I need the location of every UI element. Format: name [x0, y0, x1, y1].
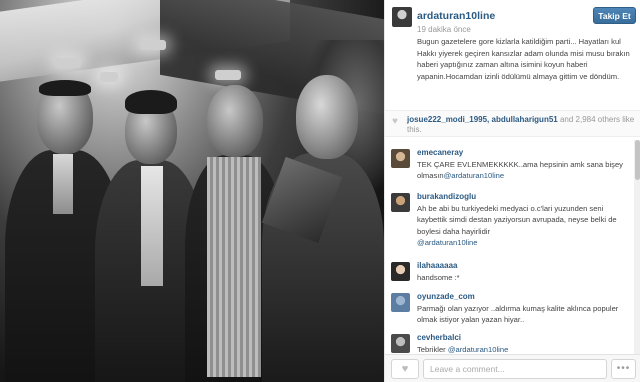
comment-body: handsome :*: [417, 273, 460, 282]
post-username[interactable]: ardaturan10line: [417, 10, 495, 22]
more-options-button[interactable]: •••: [611, 359, 636, 379]
likes-users[interactable]: josue222_modi_1995, abdullaharigun51: [407, 115, 558, 124]
comment-username[interactable]: ilahaaaaaa: [417, 261, 457, 270]
comment-footer: ♥ •••: [385, 354, 640, 382]
user-avatar[interactable]: [392, 7, 412, 27]
post-photo[interactable]: [0, 0, 384, 382]
commenter-avatar[interactable]: [391, 193, 410, 212]
comments-scrollbar[interactable]: [634, 140, 640, 354]
comment-item: cevherbalci Tebrikler @ardaturan10line: [385, 333, 633, 354]
person-right: [261, 75, 384, 382]
commenter-avatar[interactable]: [391, 334, 410, 353]
comment-username[interactable]: oyunzade_com: [417, 292, 475, 301]
heart-icon: ♥: [392, 116, 398, 127]
commenter-avatar[interactable]: [391, 293, 410, 312]
comment-username[interactable]: cevherbalci: [417, 333, 461, 342]
comment-item: emecaneray TEK ÇARE EVLENMEKKKKK..ama he…: [385, 148, 633, 194]
comment-mention[interactable]: @ardaturan10line: [444, 171, 504, 180]
comment-body: Ah be abi bu turkiyedeki medyaci o.c'lar…: [417, 204, 617, 236]
comment-input[interactable]: [423, 359, 607, 379]
ceiling-lamp: [140, 40, 166, 50]
comment-username[interactable]: emecaneray: [417, 148, 463, 157]
commenter-avatar[interactable]: [391, 149, 410, 168]
commenter-avatar[interactable]: [391, 262, 410, 281]
likes-summary: ♥ josue222_modi_1995, abdullaharigun51 a…: [385, 110, 640, 137]
comment-username[interactable]: burakandizoglu: [417, 192, 476, 201]
comment-text: Tebrikler @ardaturan10line: [417, 344, 629, 354]
heart-icon: ♥: [401, 363, 409, 375]
comments-list: emecaneray TEK ÇARE EVLENMEKKKKK..ama he…: [385, 140, 633, 354]
comment-mention[interactable]: @ardaturan10line: [448, 345, 508, 354]
comment-item: burakandizoglu Ah be abi bu turkiyedeki …: [385, 192, 633, 260]
comment-body: Tebrikler: [417, 345, 448, 354]
likes-text: josue222_modi_1995, abdullaharigun51 and…: [407, 115, 637, 135]
post-details-panel: ardaturan10line Takip Et 19 dakika önce …: [384, 0, 640, 382]
comment-item: ilahaaaaaa handsome :*: [385, 261, 633, 291]
comment-mention[interactable]: @ardaturan10line: [417, 238, 477, 247]
post-caption: Bugun gazetelere gore kizlarla katildiği…: [417, 37, 630, 81]
scrollbar-thumb[interactable]: [635, 140, 640, 180]
like-button[interactable]: ♥: [391, 359, 419, 379]
follow-button[interactable]: Takip Et: [593, 7, 636, 24]
comment-text: handsome :*: [417, 272, 629, 283]
comment-body: Parmağı olan yazıyor ..aldırma kumaş kal…: [417, 304, 619, 325]
comment-text: Parmağı olan yazıyor ..aldırma kumaş kal…: [417, 303, 629, 326]
comment-text: TEK ÇARE EVLENMEKKKKK..ama hepsinin amk …: [417, 159, 629, 182]
comment-text: Ah be abi bu turkiyedeki medyaci o.c'lar…: [417, 203, 629, 249]
comment-item: oyunzade_com Parmağı olan yazıyor ..aldı…: [385, 292, 633, 332]
ceiling-lamp: [55, 58, 81, 68]
post-header: ardaturan10line Takip Et 19 dakika önce …: [385, 0, 640, 110]
ceiling-lamp: [215, 70, 241, 80]
post-timestamp: 19 dakika önce: [417, 25, 471, 34]
